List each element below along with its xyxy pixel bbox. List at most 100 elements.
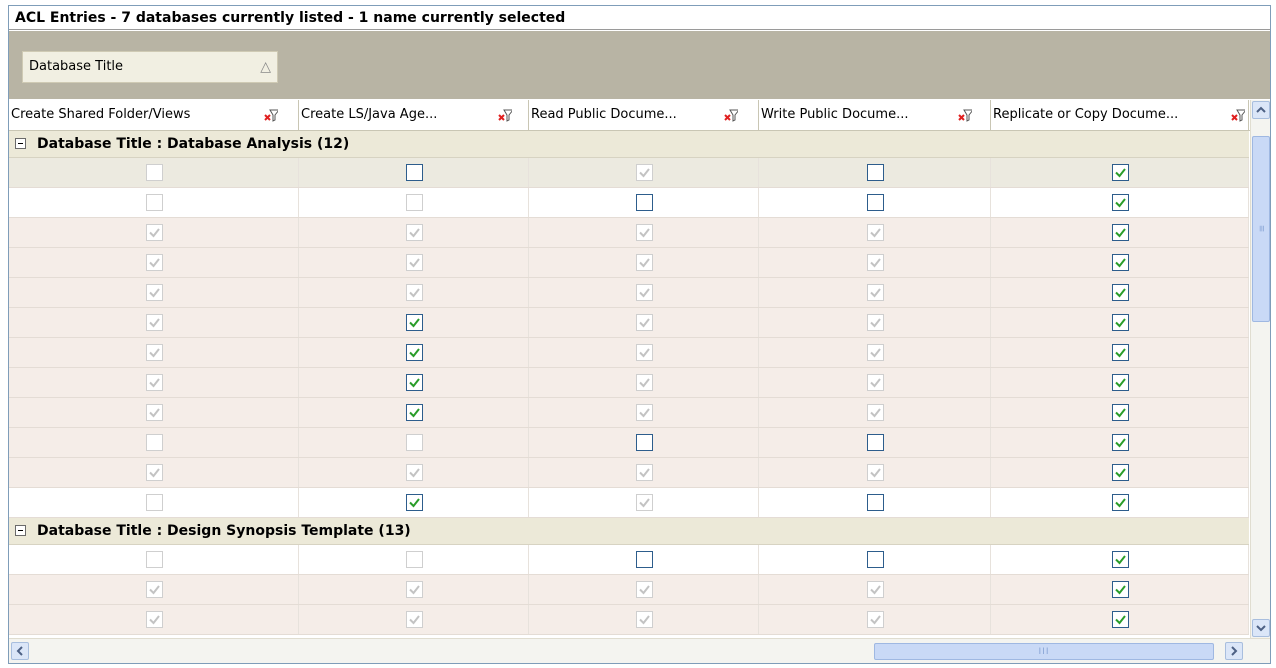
group-chip-label: Database Title [29,59,124,74]
checked-checkbox[interactable] [1112,404,1129,421]
table-row[interactable] [9,545,1249,575]
scroll-up-button[interactable] [1252,101,1270,119]
unchecked-checkbox [146,434,163,451]
table-row[interactable] [9,575,1249,605]
table-row[interactable] [9,218,1249,248]
table-row[interactable] [9,488,1249,518]
checked-checkbox[interactable] [406,344,423,361]
checked-checkbox[interactable] [1112,611,1129,628]
checked-checkbox[interactable] [1112,581,1129,598]
table-row[interactable] [9,398,1249,428]
table-row[interactable] [9,308,1249,338]
checked-checkbox[interactable] [1112,314,1129,331]
checked-checkbox [636,581,653,598]
unchecked-checkbox[interactable] [867,194,884,211]
table-row[interactable] [9,278,1249,308]
clear-filter-icon[interactable] [264,109,278,123]
table-row[interactable] [9,368,1249,398]
table-row[interactable] [9,458,1249,488]
table-cell [9,575,299,604]
unchecked-checkbox[interactable] [636,194,653,211]
column-header-5[interactable]: Replicate or Copy Docume... [991,100,1249,130]
clear-filter-icon[interactable] [498,109,512,123]
horizontal-scroll-thumb[interactable]: III [874,643,1214,660]
table-row[interactable] [9,188,1249,218]
sort-ascending-icon: △ [260,59,271,75]
table-row[interactable] [9,605,1249,635]
checked-checkbox[interactable] [1112,434,1129,451]
unchecked-checkbox[interactable] [636,551,653,568]
checked-checkbox[interactable] [406,494,423,511]
table-cell [299,248,529,277]
table-cell [299,428,529,457]
table-cell [991,368,1249,397]
panel-title: ACL Entries - 7 databases currently list… [9,6,1270,30]
unchecked-checkbox[interactable] [867,551,884,568]
checked-checkbox [867,374,884,391]
unchecked-checkbox[interactable] [867,164,884,181]
table-cell [529,488,759,517]
checked-checkbox[interactable] [1112,164,1129,181]
group-row[interactable]: Database Title : Database Analysis (12) [9,131,1249,158]
checked-checkbox[interactable] [406,404,423,421]
collapse-icon[interactable] [15,525,26,536]
checked-checkbox[interactable] [1112,374,1129,391]
table-cell [759,248,991,277]
table-cell [991,605,1249,634]
checked-checkbox[interactable] [1112,284,1129,301]
column-header-2[interactable]: Create LS/Java Age... [299,100,529,130]
vertical-scrollbar[interactable]: ≡ [1250,100,1270,638]
checked-checkbox [867,224,884,241]
table-cell [991,458,1249,487]
checked-checkbox [146,404,163,421]
checked-checkbox[interactable] [1112,224,1129,241]
unchecked-checkbox[interactable] [406,164,423,181]
group-by-chip-database-title[interactable]: Database Title △ [22,51,278,83]
table-cell [759,368,991,397]
checked-checkbox[interactable] [1112,254,1129,271]
checked-checkbox [406,224,423,241]
group-by-area: Database Title △ [9,31,1270,99]
collapse-icon[interactable] [15,138,26,149]
table-cell [529,575,759,604]
checked-checkbox [406,284,423,301]
table-row[interactable] [9,338,1249,368]
checked-checkbox [867,284,884,301]
checked-checkbox[interactable] [1112,464,1129,481]
table-cell [9,368,299,397]
column-header-3[interactable]: Read Public Docume... [529,100,759,130]
scroll-right-button[interactable] [1225,642,1243,660]
clear-filter-icon[interactable] [958,109,972,123]
unchecked-checkbox[interactable] [636,434,653,451]
vertical-scroll-thumb[interactable]: ≡ [1252,136,1270,322]
checked-checkbox [867,254,884,271]
unchecked-checkbox [406,434,423,451]
table-cell [759,488,991,517]
horizontal-scrollbar[interactable]: III [9,638,1270,663]
table-cell [759,428,991,457]
unchecked-checkbox[interactable] [867,434,884,451]
table-cell [9,428,299,457]
table-cell [759,605,991,634]
table-cell [299,308,529,337]
checked-checkbox[interactable] [406,314,423,331]
checked-checkbox[interactable] [1112,344,1129,361]
table-row[interactable] [9,428,1249,458]
checked-checkbox[interactable] [1112,551,1129,568]
checked-checkbox[interactable] [406,374,423,391]
column-header-4[interactable]: Write Public Docume... [759,100,991,130]
table-cell [529,188,759,217]
checked-checkbox[interactable] [1112,494,1129,511]
table-row[interactable] [9,248,1249,278]
scroll-left-button[interactable] [11,642,29,660]
clear-filter-icon[interactable] [1231,109,1245,123]
checked-checkbox [867,314,884,331]
unchecked-checkbox[interactable] [867,494,884,511]
table-cell [9,338,299,367]
group-row[interactable]: Database Title : Design Synopsis Templat… [9,518,1249,545]
scroll-down-button[interactable] [1252,619,1270,637]
checked-checkbox[interactable] [1112,194,1129,211]
table-row[interactable] [9,158,1249,188]
column-header-1[interactable]: Create Shared Folder/Views [9,100,299,130]
clear-filter-icon[interactable] [724,109,738,123]
